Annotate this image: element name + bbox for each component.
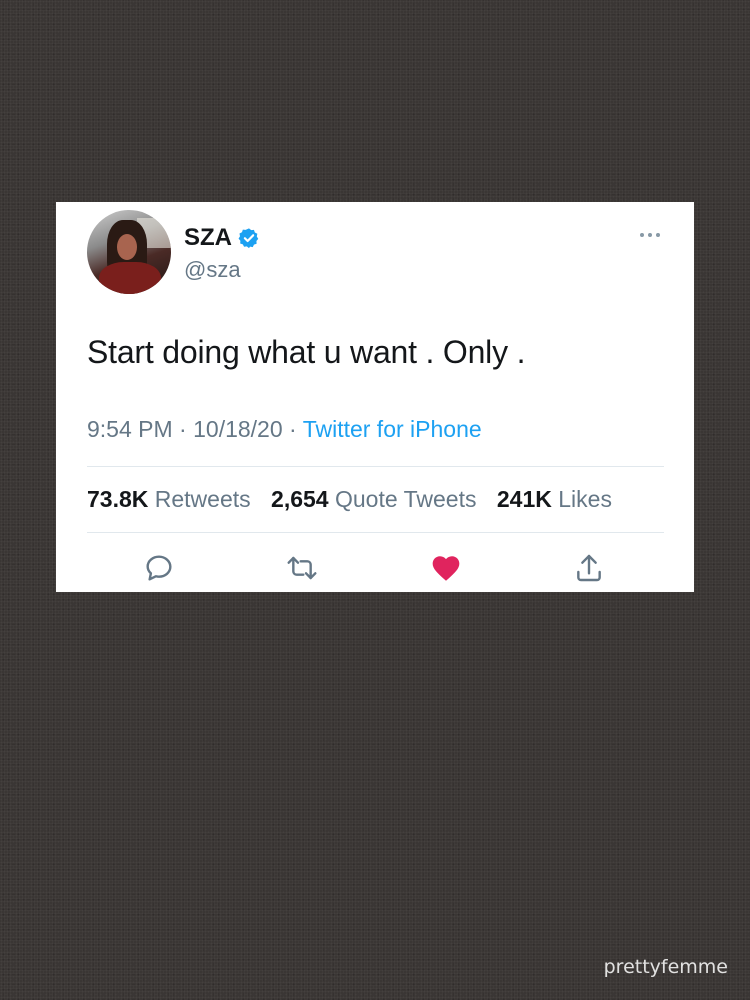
tweet-stats: 73.8K Retweets 2,654 Quote Tweets 241K L… <box>87 486 612 513</box>
separator: · <box>179 416 187 442</box>
author-name-row: SZA <box>184 224 260 252</box>
like-icon[interactable] <box>430 552 462 584</box>
handle[interactable]: @sza <box>184 257 241 283</box>
retweets-stat[interactable]: 73.8K Retweets <box>87 486 251 512</box>
watermark: prettyfemme <box>603 956 728 978</box>
retweets-label: Retweets <box>154 486 251 512</box>
tweet-source-link[interactable]: Twitter for iPhone <box>303 416 482 442</box>
separator: · <box>289 416 297 442</box>
more-options-icon[interactable] <box>638 230 662 240</box>
likes-count: 241K <box>496 486 552 512</box>
tweet-time[interactable]: 9:54 PM <box>87 416 173 442</box>
display-name[interactable]: SZA <box>184 224 232 252</box>
avatar[interactable] <box>87 210 171 294</box>
tweet-meta: 9:54 PM · 10/18/20 · Twitter for iPhone <box>87 416 482 443</box>
verified-badge-icon <box>238 228 259 249</box>
quotes-label: Quote Tweets <box>334 486 477 512</box>
quotes-stat[interactable]: 2,654 Quote Tweets <box>271 486 476 512</box>
retweets-count: 73.8K <box>87 486 149 512</box>
tweet-text: Start doing what u want . Only . <box>87 334 526 370</box>
share-icon[interactable] <box>573 552 605 584</box>
likes-stat[interactable]: 241K Likes <box>497 486 612 512</box>
divider <box>87 532 664 533</box>
quotes-count: 2,654 <box>271 486 329 512</box>
tweet-card: SZA @sza Start doing what u want . Only … <box>56 202 694 592</box>
tweet-date[interactable]: 10/18/20 <box>193 416 283 442</box>
likes-label: Likes <box>558 486 612 512</box>
retweet-icon[interactable] <box>286 552 318 584</box>
reply-icon[interactable] <box>143 552 175 584</box>
divider <box>87 466 664 467</box>
